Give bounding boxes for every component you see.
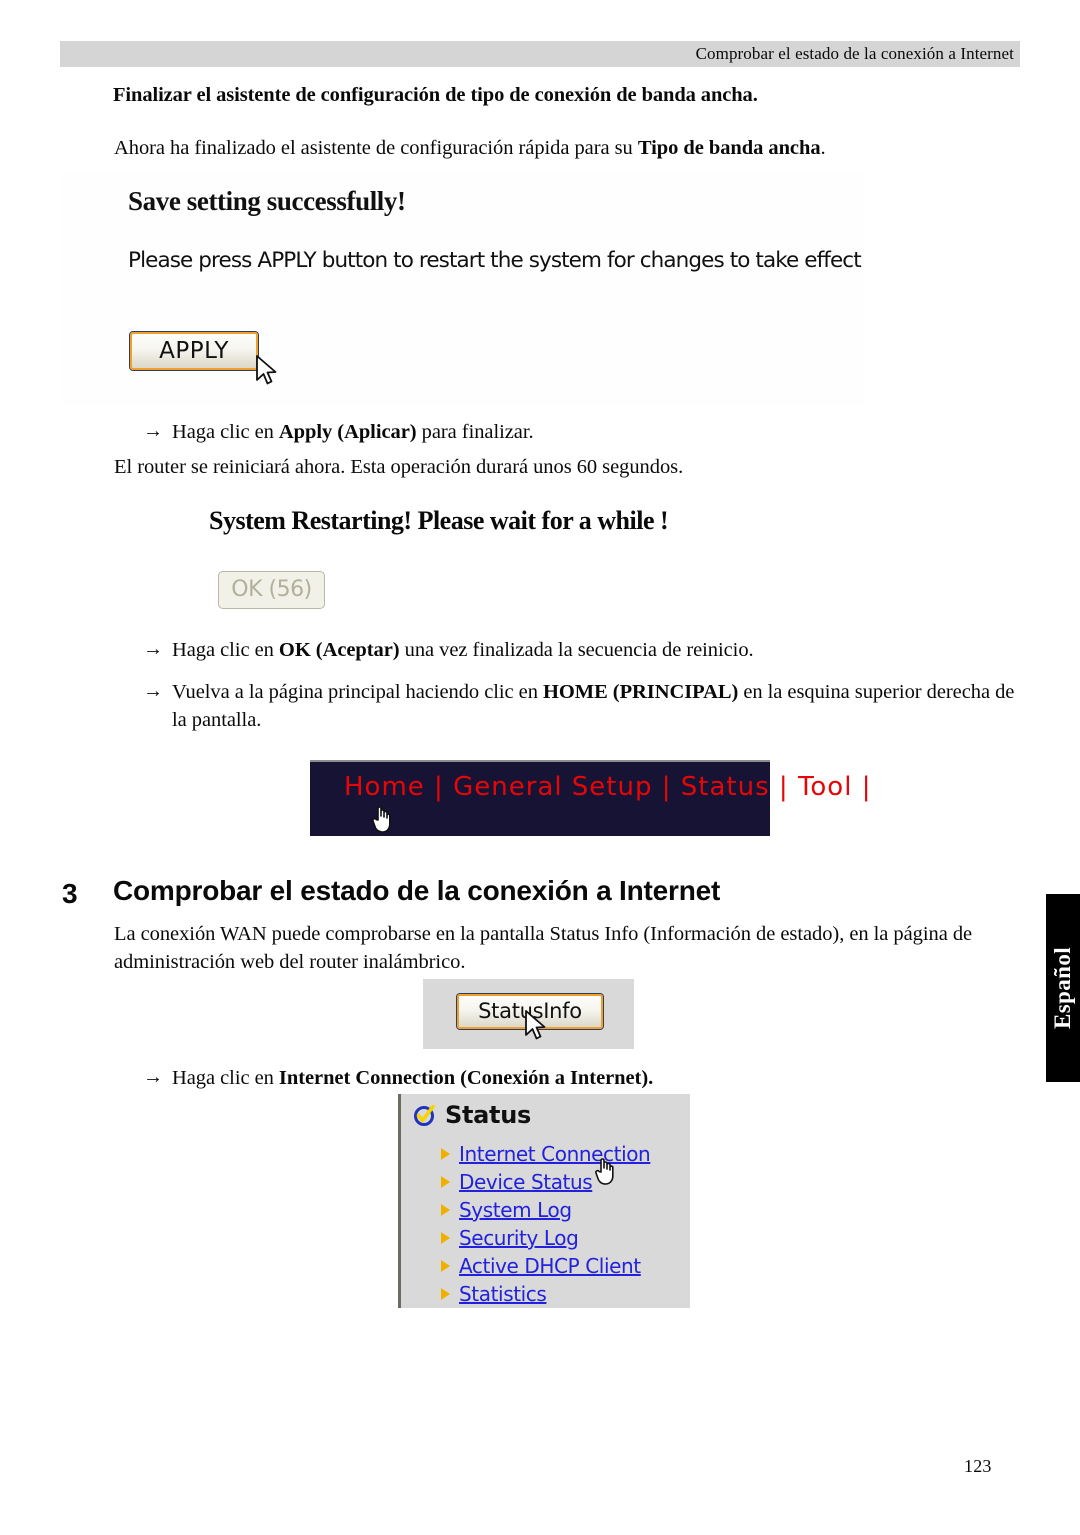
bullet-apply-pre: Haga clic en: [172, 421, 279, 443]
navbar-separator: |: [661, 772, 672, 802]
bullet-internet-bold: Internet Connection (Conexión a Internet…: [278, 1067, 649, 1089]
bullet-ok-bold: OK (Aceptar): [278, 639, 400, 661]
running-header-text: Comprobar el estado de la conexión a Int…: [695, 44, 1014, 63]
status-menu-list: Internet Connection Device Status System…: [441, 1140, 651, 1308]
intro-post: .: [820, 137, 826, 159]
status-menu-item-system-log[interactable]: System Log: [441, 1196, 650, 1224]
status-check-icon: [414, 1104, 435, 1126]
arrow-bullet-icon: →: [143, 680, 163, 702]
triangle-bullet-icon: [441, 1204, 450, 1216]
bullet-ok-post: una vez finalizada la secuencia de reini…: [399, 639, 754, 661]
status-menu-item-device-status[interactable]: Device Status: [441, 1168, 650, 1196]
bullet-ok: → Haga clic en OK (Aceptar) una vez fina…: [143, 636, 1013, 664]
section-paragraph: La conexión WAN puede comprobarse en la …: [114, 923, 973, 973]
arrow-bullet-icon: →: [143, 1066, 163, 1088]
status-menu-item-label[interactable]: Statistics: [459, 1282, 547, 1306]
triangle-bullet-icon: [441, 1232, 450, 1244]
section-title: Comprobar el estado de la conexión a Int…: [113, 875, 721, 906]
arrow-bullet-icon: →: [143, 420, 163, 442]
intro-paragraph: Ahora ha finalizado el asistente de conf…: [114, 134, 1004, 162]
save-setting-screenshot: Save setting successfully! Please press …: [62, 174, 865, 406]
triangle-bullet-icon: [441, 1176, 450, 1188]
bullet-apply-bold: Apply (Aplicar): [278, 421, 417, 443]
navbar-item-tool[interactable]: Tool: [798, 772, 853, 802]
status-menu-screenshot: Status Internet Connection Device Status…: [398, 1094, 690, 1308]
bullet-apply-post: para finalizar.: [416, 421, 534, 443]
status-menu-item-label[interactable]: Device Status: [459, 1170, 593, 1194]
apply-button[interactable]: APPLY: [130, 332, 258, 370]
section-number: 3: [62, 878, 78, 909]
status-menu-item-internet-connection[interactable]: Internet Connection: [441, 1140, 651, 1168]
system-restarting-heading: System Restarting! Please wait for a whi…: [209, 506, 669, 535]
intro-bold: Tipo de banda ancha: [637, 137, 821, 159]
page-number: 123: [964, 1456, 992, 1476]
intro-pre: Ahora ha finalizado el asistente de conf…: [114, 137, 638, 159]
status-menu-item-active-dhcp-client[interactable]: Active DHCP Client: [441, 1252, 650, 1280]
ok-countdown-button[interactable]: OK (56): [218, 571, 325, 609]
save-success-instruction: Please press APPLY button to restart the…: [128, 248, 862, 273]
navbar-item-status[interactable]: Status: [681, 772, 770, 802]
navbar-item-general-setup[interactable]: General Setup: [453, 772, 652, 802]
status-menu-title: Status: [445, 1101, 531, 1129]
status-menu-item-label[interactable]: Active DHCP Client: [459, 1254, 641, 1278]
status-menu-item-label[interactable]: Internet Connection: [459, 1142, 651, 1166]
bullet-home-bold: HOME (PRINCIPAL): [543, 681, 739, 703]
navbar-item-home[interactable]: Home: [344, 772, 425, 802]
bullet-home-pre: Vuelva a la página principal haciendo cl…: [172, 681, 543, 703]
bullet-internet-connection: → Haga clic en Internet Connection (Cone…: [143, 1064, 943, 1092]
running-header-bar: Comprobar el estado de la conexión a Int…: [60, 41, 1020, 67]
statusinfo-screenshot: StatusInfo: [423, 979, 634, 1049]
bullet-internet-post: .: [648, 1067, 654, 1089]
page-title: Finalizar el asistente de configuración …: [113, 84, 758, 106]
save-success-heading: Save setting successfully!: [128, 186, 406, 216]
navbar-separator: |: [434, 772, 444, 802]
bullet-ok-pre: Haga clic en: [172, 639, 279, 661]
language-tab-label: Español: [1050, 946, 1075, 1030]
bullet-home: → Vuelva a la página principal haciendo …: [143, 678, 1018, 734]
statusinfo-button[interactable]: StatusInfo: [457, 994, 603, 1029]
hand-cursor-icon: [372, 806, 391, 833]
status-menu-item-statistics[interactable]: Statistics: [441, 1280, 650, 1308]
triangle-bullet-icon: [441, 1288, 450, 1300]
reboot-note: El router se reiniciará ahora. Esta oper…: [114, 456, 684, 478]
router-navbar-screenshot: Home | General Setup | Status | Tool |: [310, 760, 871, 836]
status-menu-item-security-log[interactable]: Security Log: [441, 1224, 650, 1252]
bullet-internet-pre: Haga clic en: [172, 1067, 279, 1089]
language-tab: Español: [1046, 894, 1080, 1082]
navbar-separator: |: [778, 772, 789, 802]
triangle-bullet-icon: [441, 1148, 450, 1160]
navbar-links: Home | General Setup | Status | Tool |: [344, 772, 871, 802]
status-menu-item-label[interactable]: Security Log: [459, 1226, 579, 1250]
status-menu-item-label[interactable]: System Log: [459, 1198, 572, 1222]
triangle-bullet-icon: [441, 1260, 450, 1272]
bullet-apply: → Haga clic en Apply (Aplicar) para fina…: [143, 418, 923, 446]
navbar-separator: |: [861, 772, 872, 802]
arrow-bullet-icon: →: [143, 638, 163, 660]
